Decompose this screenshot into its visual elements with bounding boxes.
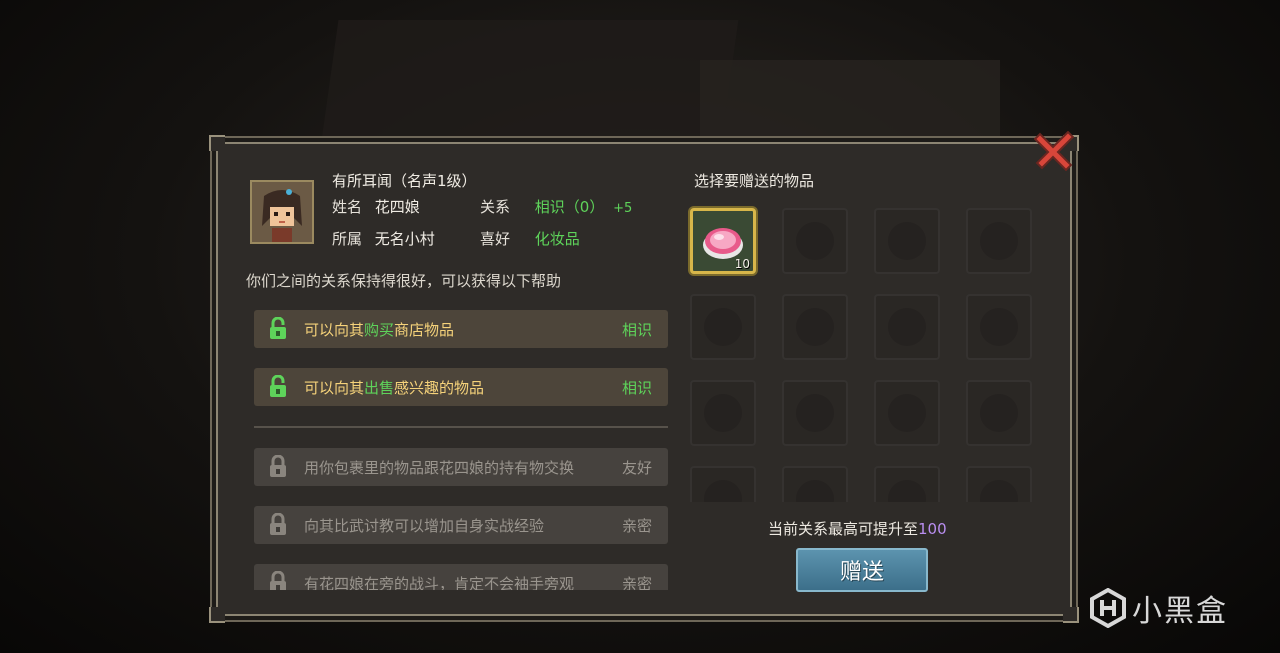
item-slot[interactable] xyxy=(782,380,848,446)
max-relation-label: 当前关系最高可提升至 xyxy=(768,520,919,538)
divider xyxy=(254,426,668,428)
item-slot[interactable] xyxy=(874,380,940,446)
perk-level: 相识 xyxy=(621,320,652,339)
close-button[interactable] xyxy=(1032,130,1076,172)
item-slot[interactable] xyxy=(782,294,848,360)
perk-list[interactable]: 可以向其购买商店物品 相识 可以向其出售感兴趣的物品 相识 用你包裹里的物品跟花… xyxy=(218,144,688,590)
item-slot[interactable] xyxy=(874,208,940,274)
watermark: 小黑盒 xyxy=(1090,586,1228,630)
item-slot[interactable] xyxy=(874,466,940,502)
gift-title: 选择要赠送的物品 xyxy=(694,172,815,190)
frame-corner xyxy=(209,607,225,623)
lock-icon xyxy=(264,455,292,479)
unlocked-icon xyxy=(264,317,292,341)
item-slot[interactable] xyxy=(966,466,1032,502)
unlocked-icon xyxy=(264,375,292,399)
perk-level: 亲密 xyxy=(621,516,652,535)
item-count: 10 xyxy=(734,257,750,271)
max-relation-text: 当前关系最高可提升至100 xyxy=(768,518,947,539)
perk-text: 向其比武讨教可以增加自身实战经验 xyxy=(304,516,545,535)
item-grid[interactable]: 10 xyxy=(686,204,1046,502)
close-icon xyxy=(1034,131,1074,171)
item-slot[interactable] xyxy=(782,208,848,274)
watermark-text: 小黑盒 xyxy=(1132,594,1228,629)
perk-level: 友好 xyxy=(621,458,652,477)
perk-highlight: 出售 xyxy=(364,378,395,397)
item-slot[interactable] xyxy=(966,294,1032,360)
relationship-panel: 有所耳闻（名声1级） 姓名 花四娘 所属 无名小村 关系 相识（0） +5 喜好… xyxy=(209,135,1079,623)
background-shape xyxy=(700,60,1000,140)
item-slot[interactable] xyxy=(690,466,756,502)
perk-text: 商店物品 xyxy=(394,320,455,339)
item-slot[interactable] xyxy=(966,208,1032,274)
perk-spar: 向其比武讨教可以增加自身实战经验 亲密 xyxy=(254,506,668,544)
item-slot[interactable] xyxy=(782,466,848,502)
lock-icon xyxy=(264,571,292,590)
item-slot[interactable] xyxy=(874,294,940,360)
perk-level: 相识 xyxy=(621,378,652,397)
perk-highlight: 购买 xyxy=(364,320,395,339)
max-relation-value: 100 xyxy=(918,520,947,538)
perk-text: 有花四娘在旁的战斗，肯定不会袖手旁观 xyxy=(304,574,575,591)
item-slot[interactable] xyxy=(966,380,1032,446)
perk-exchange: 用你包裹里的物品跟花四娘的持有物交换 友好 xyxy=(254,448,668,486)
perk-text: 可以向其 xyxy=(304,320,365,339)
background-shape xyxy=(321,20,739,140)
frame-corner xyxy=(1063,607,1079,623)
perk-buy: 可以向其购买商店物品 相识 xyxy=(254,310,668,348)
perk-battle-assist: 有花四娘在旁的战斗，肯定不会袖手旁观 亲密 xyxy=(254,564,668,590)
lock-icon xyxy=(264,513,292,537)
item-slot-cosmetic[interactable]: 10 xyxy=(690,208,756,274)
perk-text: 用你包裹里的物品跟花四娘的持有物交换 xyxy=(304,458,575,477)
perk-sell: 可以向其出售感兴趣的物品 相识 xyxy=(254,368,668,406)
perk-text: 可以向其 xyxy=(304,378,365,397)
item-slot[interactable] xyxy=(690,380,756,446)
perk-level: 亲密 xyxy=(621,574,652,591)
watermark-logo-icon xyxy=(1090,588,1126,628)
gift-button[interactable]: 赠送 xyxy=(796,548,928,592)
perk-text: 感兴趣的物品 xyxy=(394,378,485,397)
item-slot[interactable] xyxy=(690,294,756,360)
